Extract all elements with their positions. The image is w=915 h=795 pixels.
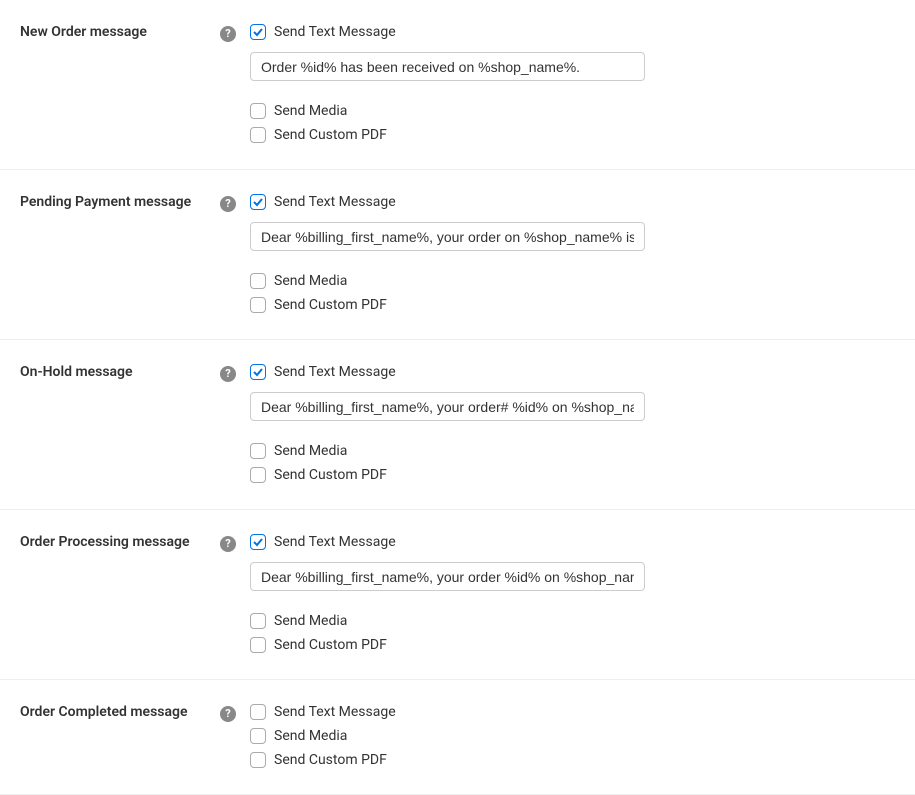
checkbox-label[interactable]: Send Media [274,611,347,631]
checkbox-label[interactable]: Send Custom PDF [274,125,387,145]
checkbox-send-text[interactable] [250,194,266,210]
checkbox-send-pdf[interactable] [250,127,266,143]
checkbox-send-text[interactable] [250,364,266,380]
checkbox-label[interactable]: Send Custom PDF [274,465,387,485]
label-order-completed: Order Completed message [20,702,220,720]
checkbox-label[interactable]: Send Custom PDF [274,750,387,770]
row-send-text: Send Text Message [250,702,895,722]
checkbox-send-text[interactable] [250,24,266,40]
label-new-order: New Order message [20,22,220,40]
row-send-pdf: Send Custom PDF [250,125,895,145]
row-send-pdf: Send Custom PDF [250,465,895,485]
row-send-media: Send Media [250,271,895,291]
section-pending-payment: Pending Payment message ? Send Text Mess… [0,170,915,340]
checkbox-send-media[interactable] [250,103,266,119]
row-send-pdf: Send Custom PDF [250,295,895,315]
checkbox-label[interactable]: Send Text Message [274,362,396,382]
section-new-order: New Order message ? Send Text Message Se… [0,0,915,170]
section-order-processing: Order Processing message ? Send Text Mes… [0,510,915,680]
checkbox-label[interactable]: Send Media [274,726,347,746]
checkbox-send-pdf[interactable] [250,467,266,483]
checkbox-send-text[interactable] [250,704,266,720]
row-send-media: Send Media [250,441,895,461]
help-icon[interactable]: ? [220,536,236,552]
checkbox-label[interactable]: Send Text Message [274,702,396,722]
checkbox-send-media[interactable] [250,443,266,459]
input-new-order-text[interactable] [250,52,645,81]
checkbox-label[interactable]: Send Media [274,271,347,291]
checkbox-label[interactable]: Send Text Message [274,532,396,552]
checkbox-send-pdf[interactable] [250,752,266,768]
checkbox-label[interactable]: Send Text Message [274,22,396,42]
checkbox-send-media[interactable] [250,273,266,289]
row-send-pdf: Send Custom PDF [250,635,895,655]
help-icon[interactable]: ? [220,366,236,382]
checkbox-send-text[interactable] [250,534,266,550]
help-icon[interactable]: ? [220,196,236,212]
input-pending-payment-text[interactable] [250,222,645,251]
label-order-processing: Order Processing message [20,532,220,550]
label-on-hold: On-Hold message [20,362,220,380]
checkbox-label[interactable]: Send Text Message [274,192,396,212]
checkbox-send-pdf[interactable] [250,637,266,653]
checkbox-send-pdf[interactable] [250,297,266,313]
row-send-pdf: Send Custom PDF [250,750,895,770]
section-on-hold: On-Hold message ? Send Text Message Send… [0,340,915,510]
checkbox-send-media[interactable] [250,728,266,744]
checkbox-label[interactable]: Send Media [274,101,347,121]
row-send-text: Send Text Message [250,532,895,552]
row-send-media: Send Media [250,101,895,121]
input-on-hold-text[interactable] [250,392,645,421]
checkbox-label[interactable]: Send Media [274,441,347,461]
row-send-text: Send Text Message [250,362,895,382]
checkbox-label[interactable]: Send Custom PDF [274,295,387,315]
input-order-processing-text[interactable] [250,562,645,591]
row-send-text: Send Text Message [250,22,895,42]
row-send-text: Send Text Message [250,192,895,212]
row-send-media: Send Media [250,726,895,746]
help-icon[interactable]: ? [220,26,236,42]
help-icon[interactable]: ? [220,706,236,722]
checkbox-label[interactable]: Send Custom PDF [274,635,387,655]
row-send-media: Send Media [250,611,895,631]
checkbox-send-media[interactable] [250,613,266,629]
section-order-completed: Order Completed message ? Send Text Mess… [0,680,915,795]
label-pending-payment: Pending Payment message [20,192,220,210]
